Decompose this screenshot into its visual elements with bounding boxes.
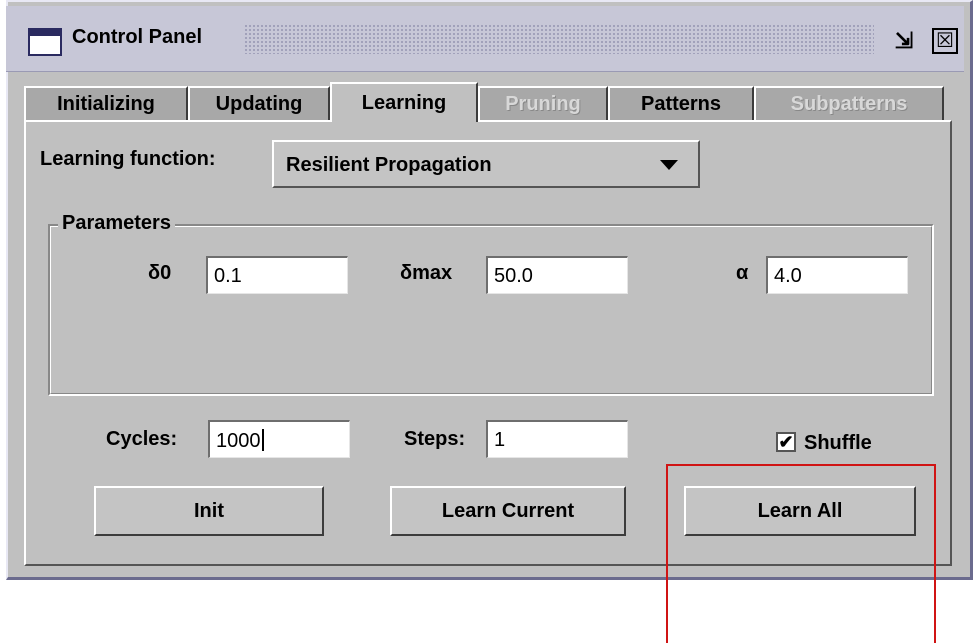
learning-function-label: Learning function: bbox=[40, 148, 216, 170]
delta0-input[interactable]: 0.1 bbox=[206, 256, 348, 294]
learning-function-select[interactable]: Resilient Propagation bbox=[272, 140, 700, 188]
tab-subpatterns: Subpatterns bbox=[754, 86, 944, 120]
init-button[interactable]: Init bbox=[94, 486, 324, 536]
cycles-label: Cycles: bbox=[106, 428, 178, 450]
steps-input[interactable]: 1 bbox=[486, 420, 628, 458]
cycles-input[interactable]: 1000 bbox=[208, 420, 350, 458]
title-bar-stipple bbox=[244, 24, 874, 54]
tab-updating[interactable]: Updating bbox=[188, 86, 330, 120]
shuffle-label[interactable]: Shuffle bbox=[804, 432, 872, 455]
tab-initializing[interactable]: Initializing bbox=[24, 86, 188, 120]
window-icon bbox=[28, 28, 62, 56]
learn-current-button[interactable]: Learn Current bbox=[390, 486, 626, 536]
deltamax-label: δmax bbox=[400, 262, 453, 284]
tab-learning[interactable]: Learning bbox=[330, 82, 478, 122]
delta0-label: δ0 bbox=[148, 262, 172, 284]
parameters-legend: Parameters bbox=[58, 212, 175, 235]
dropdown-arrow-icon[interactable] bbox=[660, 160, 678, 170]
shuffle-checkbox[interactable]: ✔ bbox=[776, 432, 796, 452]
alpha-label: α bbox=[736, 262, 749, 284]
tab-pruning: Pruning bbox=[478, 86, 608, 120]
text-caret bbox=[261, 429, 264, 451]
alpha-input[interactable]: 4.0 bbox=[766, 256, 908, 294]
window-title: Control Panel bbox=[72, 26, 203, 48]
title-bar[interactable]: Control Panel ⇲ ☒ bbox=[6, 6, 964, 72]
learning-function-value: Resilient Propagation bbox=[286, 154, 492, 176]
tab-patterns[interactable]: Patterns bbox=[608, 86, 754, 120]
deltamax-input[interactable]: 50.0 bbox=[486, 256, 628, 294]
learn-all-button[interactable]: Learn All bbox=[684, 486, 916, 536]
parameters-group bbox=[48, 224, 934, 396]
cycles-value: 1000 bbox=[216, 430, 261, 452]
steps-label: Steps: bbox=[404, 428, 466, 450]
iconify-icon[interactable]: ⇲ bbox=[890, 28, 918, 54]
close-icon[interactable]: ☒ bbox=[932, 28, 958, 54]
